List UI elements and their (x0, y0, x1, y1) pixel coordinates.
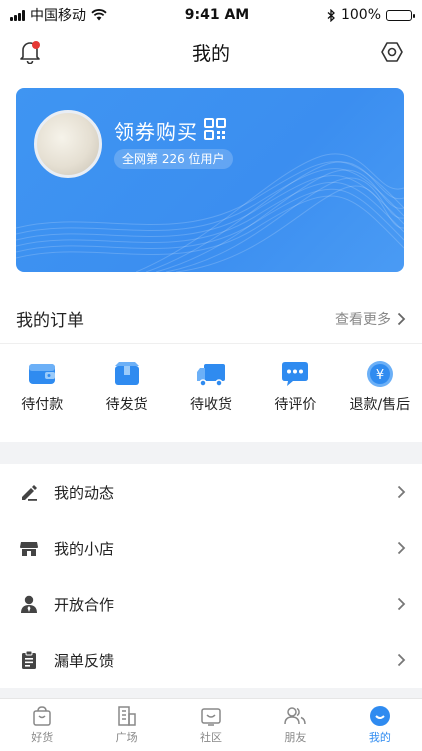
refund-icon: ¥ (366, 361, 393, 387)
building-icon (117, 706, 136, 726)
order-label: 待付款 (21, 397, 64, 413)
person-icon (18, 593, 40, 615)
orders-title: 我的订单 (16, 311, 84, 331)
battery-icon (386, 9, 415, 21)
section-divider (0, 688, 422, 698)
wifi-icon (91, 9, 107, 21)
order-label: 待评价 (274, 397, 317, 413)
tab-community[interactable]: 社区 (169, 699, 253, 751)
tab-me[interactable]: 我的 (338, 699, 422, 751)
chevron-right-icon (397, 485, 406, 499)
comment-icon (282, 362, 309, 386)
order-refund[interactable]: ¥ 退款/售后 (338, 360, 422, 430)
order-to-receive[interactable]: 待收货 (169, 360, 253, 430)
bluetooth-icon (327, 8, 335, 22)
clock: 9:41 AM (184, 7, 250, 23)
bell-icon (20, 41, 40, 64)
carrier-label: 中国移动 (30, 8, 86, 24)
nav-bar: 我的 (0, 30, 422, 74)
view-more-label: 查看更多 (335, 311, 391, 328)
order-to-review[interactable]: 待评价 (253, 360, 337, 430)
order-label: 待发货 (105, 397, 148, 413)
menu-label: 我的小店 (54, 539, 115, 558)
clipboard-icon (18, 649, 40, 671)
me-icon (369, 706, 390, 726)
menu-list: 我的动态 我的小店 开放合作 漏单反馈 (0, 464, 422, 688)
menu-item-feedback[interactable]: 漏单反馈 (0, 632, 422, 688)
status-bar: 中国移动 9:41 AM 100% (0, 0, 422, 30)
tab-plaza[interactable]: 广场 (84, 699, 168, 751)
profile-name: 领券购买 (114, 120, 198, 144)
menu-label: 开放合作 (54, 595, 115, 614)
tab-label: 广场 (115, 731, 138, 744)
bag-icon (33, 706, 51, 726)
settings-icon (381, 42, 403, 62)
tab-label: 好货 (31, 731, 54, 744)
tab-label: 朋友 (284, 731, 307, 744)
order-label: 退款/售后 (349, 397, 411, 413)
chevron-right-icon (397, 312, 406, 325)
battery-percent: 100% (340, 7, 381, 23)
menu-label: 漏单反馈 (54, 651, 115, 670)
tab-label: 我的 (368, 731, 391, 744)
page-title: 我的 (191, 42, 230, 65)
tab-label: 社区 (200, 731, 223, 744)
svg-text:¥: ¥ (376, 368, 384, 383)
pen-icon (18, 481, 40, 503)
menu-label: 我的动态 (54, 483, 115, 502)
truck-icon (197, 364, 226, 387)
store-icon (18, 537, 40, 559)
menu-item-cooperation[interactable]: 开放合作 (0, 576, 422, 632)
chevron-right-icon (397, 653, 406, 667)
order-status-row: 待付款 待发货 待收货 待评价 ¥ 退款/售后 (0, 360, 422, 430)
menu-item-shop[interactable]: 我的小店 (0, 520, 422, 576)
friends-icon (284, 707, 307, 725)
chevron-right-icon (397, 597, 406, 611)
wallet-icon (29, 364, 56, 384)
settings-button[interactable] (378, 38, 406, 66)
menu-item-activity[interactable]: 我的动态 (0, 464, 422, 520)
profile-card[interactable]: 领券购买 全网第 226 位用户 (16, 88, 404, 272)
rank-badge: 全网第 226 位用户 (114, 149, 233, 169)
tab-bar: 好货 广场 社区 朋友 我的 (0, 698, 422, 751)
view-more-link[interactable]: 查看更多 (335, 309, 406, 329)
box-icon (114, 362, 139, 385)
notification-button[interactable] (16, 38, 44, 66)
tab-goods[interactable]: 好货 (0, 699, 84, 751)
avatar[interactable] (34, 110, 102, 178)
tv-icon (201, 708, 221, 726)
chevron-right-icon (397, 541, 406, 555)
order-label: 待收货 (190, 397, 233, 413)
qr-code-icon[interactable] (204, 118, 226, 140)
tab-friends[interactable]: 朋友 (253, 699, 337, 751)
order-pending-payment[interactable]: 待付款 (0, 360, 84, 430)
section-divider (0, 442, 422, 464)
orders-header: 我的订单 查看更多 (0, 294, 422, 344)
signal-icon (10, 9, 25, 21)
order-to-ship[interactable]: 待发货 (84, 360, 168, 430)
